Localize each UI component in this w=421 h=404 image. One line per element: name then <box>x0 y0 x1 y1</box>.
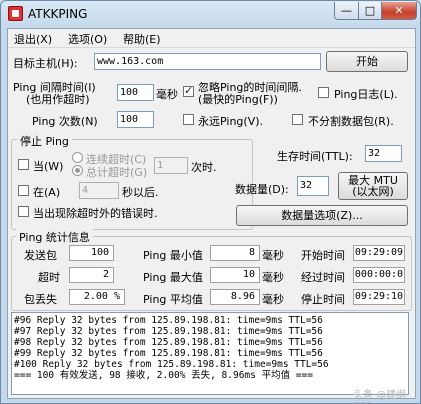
stop-count-unit: 次时. <box>191 161 217 174</box>
log-summary: === 100 有效发送, 98 接收, 2.00% 丢失, 8.96ms 平均… <box>14 370 313 381</box>
window-title: ATKKPING <box>28 7 88 21</box>
data-size-input[interactable]: 32 <box>297 176 329 196</box>
stop-at-checkbox[interactable] <box>18 185 29 196</box>
stop-at-unit: 秒以后. <box>122 186 159 199</box>
log-line: #98 Reply 32 bytes from 125.89.198.81: t… <box>14 337 323 348</box>
stop-time-label: 停止时间 <box>301 293 345 306</box>
stop-when-label: 当(W) <box>33 160 64 173</box>
stop-count-input[interactable]: 1 <box>154 157 188 174</box>
stop-on-error-label: 当出现除超时外的错误时. <box>33 207 158 220</box>
ping-count-label: Ping 次数(N) <box>32 115 98 128</box>
stop-ping-group-title: 停止 Ping <box>17 133 72 149</box>
loss-label: 包丢失 <box>24 293 57 306</box>
ttl-input[interactable]: 32 <box>365 145 402 162</box>
no-split-checkbox[interactable] <box>292 114 303 125</box>
ignore-interval-checkbox[interactable] <box>183 84 194 97</box>
stats-group-title: Ping 统计信息 <box>16 229 93 245</box>
max-value: 10 <box>210 267 260 283</box>
min-label: Ping 最小值 <box>143 249 203 262</box>
timeout-label: 超时 <box>38 271 60 284</box>
ping-interval-sublabel: (也用作超时) <box>26 93 90 106</box>
target-host-label: 目标主机(H): <box>13 57 78 70</box>
log-line: #99 Reply 32 bytes from 125.89.198.81: t… <box>14 348 323 359</box>
start-button[interactable]: 开始 <box>326 51 408 72</box>
start-time-value: 09:29:09 <box>353 245 405 261</box>
forever-ping-checkbox[interactable] <box>183 114 194 125</box>
max-mtu-button-sublabel: (以太网) <box>352 185 394 198</box>
menu-bar: 退出(X) 选项(O) 帮助(E) <box>8 29 415 48</box>
ttl-label: 生存时间(TTL): <box>277 150 353 163</box>
stop-when-checkbox[interactable] <box>18 159 29 170</box>
timeout-value: 2 <box>69 267 114 283</box>
max-mtu-button[interactable]: 最大 MTU (以太网) <box>338 172 408 200</box>
stop-time-value: 09:29:10 <box>353 289 405 305</box>
avg-unit: 毫秒 <box>262 293 284 306</box>
stop-at-label: 在(A) <box>33 186 61 199</box>
close-button[interactable]: ✕ <box>381 2 417 20</box>
title-bar[interactable]: ATKKPING — □ ✕ <box>1 1 420 27</box>
menu-exit[interactable]: 退出(X) <box>14 31 52 47</box>
log-line: #100 Reply 32 bytes from 125.89.198.81: … <box>14 359 329 370</box>
client-area: 退出(X) 选项(O) 帮助(E) 目标主机(H): www.163.com 开… <box>7 28 416 399</box>
data-size-label: 数据量(D): <box>235 183 289 196</box>
continuous-timeout-radio[interactable] <box>72 152 83 163</box>
minimize-button[interactable]: — <box>334 2 359 20</box>
app-icon <box>8 6 23 21</box>
sent-value: 100 <box>69 245 114 261</box>
max-unit: 毫秒 <box>262 271 284 284</box>
elapsed-time-label: 经过时间 <box>301 271 345 284</box>
min-unit: 毫秒 <box>262 249 284 262</box>
log-line: #97 Reply 32 bytes from 125.89.198.81: t… <box>14 326 323 337</box>
log-line: #96 Reply 32 bytes from 125.89.198.81: t… <box>14 315 323 326</box>
start-time-label: 开始时间 <box>301 249 345 262</box>
forever-ping-label: 永远Ping(V). <box>198 115 264 128</box>
avg-value: 8.96 <box>210 289 260 305</box>
menu-help[interactable]: 帮助(E) <box>123 31 161 47</box>
target-host-input[interactable]: www.163.com <box>94 53 321 70</box>
ping-interval-unit: 毫秒 <box>156 88 178 101</box>
max-label: Ping 最大值 <box>143 271 203 284</box>
total-timeout-label: 总计超时(G) <box>86 166 148 179</box>
data-options-button[interactable]: 数据量选项(Z)... <box>236 205 408 226</box>
ignore-interval-sublabel: (最快的Ping(F)) <box>198 93 278 106</box>
total-timeout-radio[interactable] <box>72 165 83 176</box>
min-value: 8 <box>210 245 260 261</box>
ping-log-label: Ping日志(L). <box>334 88 398 101</box>
sent-label: 发送包 <box>24 249 57 262</box>
avg-label: Ping 平均值 <box>143 293 203 306</box>
no-split-label: 不分割数据包(R). <box>308 115 394 128</box>
ping-count-input[interactable]: 100 <box>117 111 154 128</box>
ping-log-output[interactable]: #96 Reply 32 bytes from 125.89.198.81: t… <box>11 312 409 395</box>
loss-value: 2.00 % <box>69 289 125 305</box>
watermark: 头条 @建纲666 <box>353 390 407 403</box>
elapsed-time-value: 000:00:0 <box>353 267 405 283</box>
stop-on-error-checkbox[interactable] <box>18 206 29 217</box>
menu-options[interactable]: 选项(O) <box>68 31 107 47</box>
ping-interval-input[interactable]: 100 <box>117 84 154 101</box>
maximize-button[interactable]: □ <box>358 2 382 20</box>
app-window: ATKKPING — □ ✕ 退出(X) 选项(O) 帮助(E) 目标主机(H)… <box>0 0 421 404</box>
stop-at-input[interactable]: 4 <box>79 182 119 199</box>
ping-log-checkbox[interactable] <box>318 87 329 98</box>
